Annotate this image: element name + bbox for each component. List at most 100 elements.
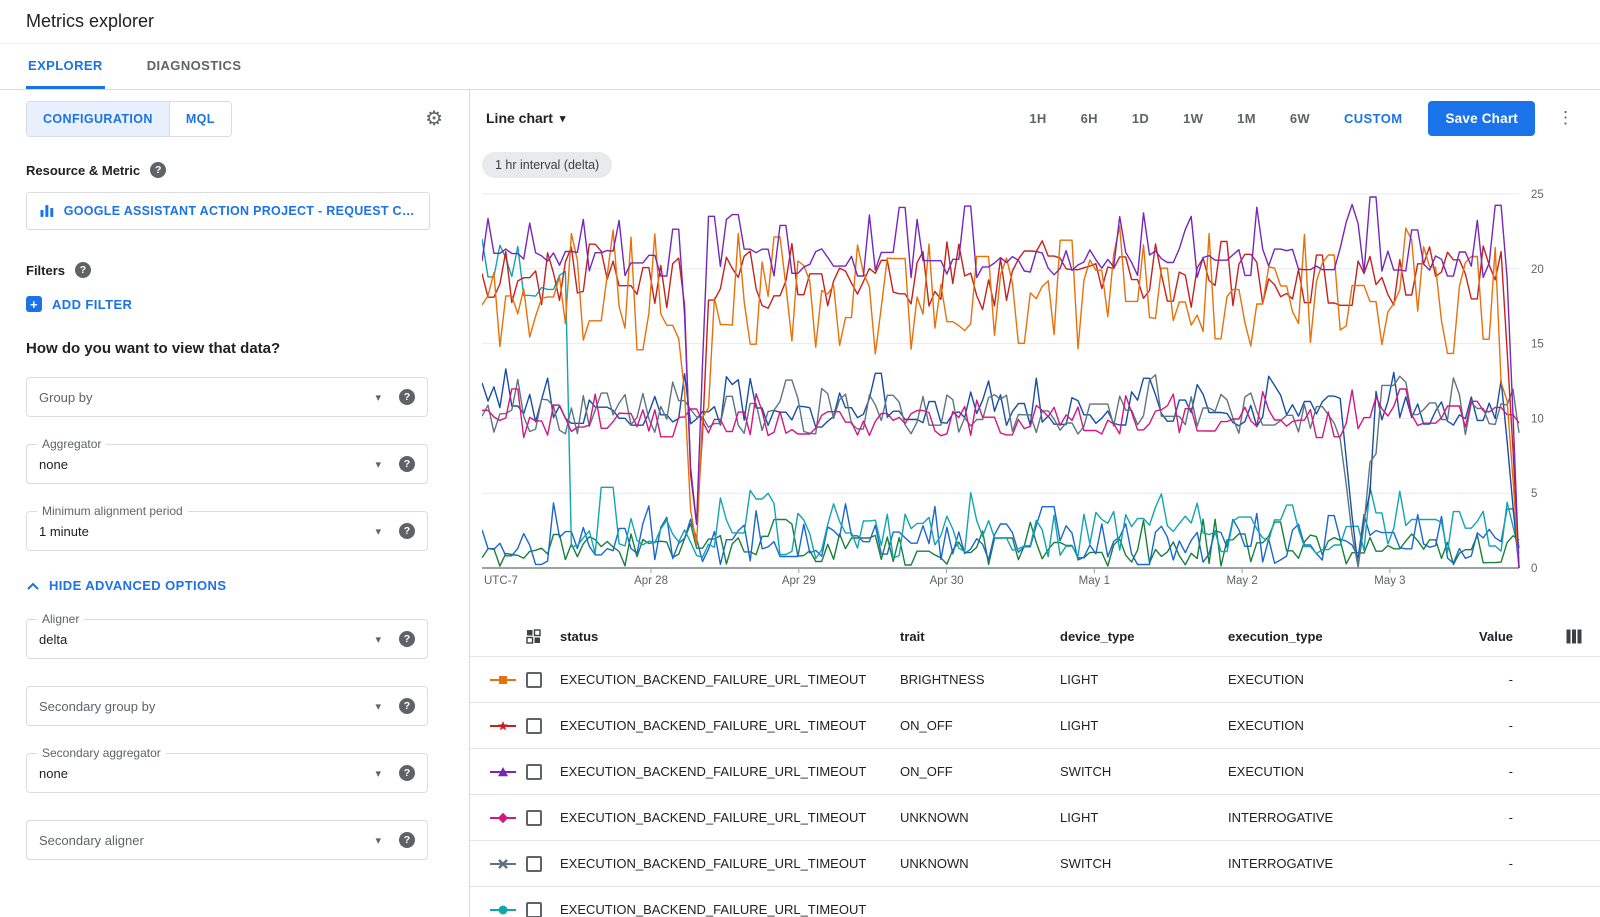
help-icon[interactable]: ?: [399, 631, 415, 647]
interval-chip[interactable]: 1 hr interval (delta): [482, 152, 612, 178]
field-value: none: [39, 457, 375, 472]
help-icon[interactable]: ?: [399, 698, 415, 714]
field-value: none: [39, 766, 375, 781]
time-range-1m-button[interactable]: 1M: [1237, 111, 1256, 126]
triangle-marker-icon: [490, 766, 516, 778]
field-value: Secondary group by: [39, 699, 375, 714]
field-label: Aligner: [37, 612, 84, 626]
svg-text:May 2: May 2: [1226, 575, 1257, 587]
execution-type-cell: EXECUTION: [1228, 718, 1433, 733]
series-marker-cell: [490, 904, 526, 916]
status-cell: EXECUTION_BACKEND_FAILURE_URL_TIMEOUT: [560, 902, 900, 917]
row-checkbox[interactable]: [526, 902, 542, 917]
resource-metric-section: Resource & Metric ?: [26, 162, 443, 178]
time-range-custom-button[interactable]: CUSTOM: [1344, 111, 1403, 126]
trait-cell: UNKNOWN: [900, 856, 1060, 871]
select-delta[interactable]: Alignerdelta▾?: [26, 619, 428, 659]
trait-cell: ON_OFF: [900, 718, 1060, 733]
help-icon[interactable]: ?: [399, 456, 415, 472]
line-chart[interactable]: 0510152025UTC-7Apr 28Apr 29Apr 30May 1Ma…: [482, 182, 1574, 592]
help-icon[interactable]: ?: [399, 523, 415, 539]
field-value: 1 minute: [39, 524, 375, 539]
time-range-1w-button[interactable]: 1W: [1183, 111, 1203, 126]
select-secondary-group-by[interactable]: Secondary group by▾?: [26, 686, 428, 726]
star-marker-icon: [490, 720, 516, 732]
column-header-execution-type[interactable]: execution_type: [1228, 629, 1433, 644]
tab-explorer[interactable]: EXPLORER: [26, 44, 105, 89]
series-marker-cell: [490, 812, 526, 824]
help-icon[interactable]: ?: [399, 765, 415, 781]
row-checkbox[interactable]: [526, 856, 542, 872]
chart-area: 0510152025UTC-7Apr 28Apr 29Apr 30May 1Ma…: [470, 180, 1600, 597]
page-title: Metrics explorer: [26, 11, 154, 32]
dropdown-arrow-icon: ▾: [375, 391, 381, 404]
svg-text:May 1: May 1: [1079, 575, 1110, 587]
hide-advanced-options-button[interactable]: HIDE ADVANCED OPTIONS: [26, 578, 443, 593]
select-none[interactable]: Aggregatornone▾?: [26, 444, 428, 484]
row-checkbox[interactable]: [526, 672, 542, 688]
column-picker-button[interactable]: [1566, 629, 1600, 644]
columns-icon: [1566, 629, 1582, 644]
table-row[interactable]: EXECUTION_BACKEND_FAILURE_URL_TIMEOUTON_…: [470, 749, 1600, 795]
table-row[interactable]: EXECUTION_BACKEND_FAILURE_URL_TIMEOUT: [470, 887, 1600, 917]
help-icon-resource-metric[interactable]: ?: [150, 162, 166, 178]
main-split: CONFIGURATION MQL ⚙ Resource & Metric ?: [0, 90, 1600, 917]
select-1-minute[interactable]: Minimum alignment period1 minute▾?: [26, 511, 428, 551]
mode-mql-button[interactable]: MQL: [169, 102, 231, 136]
table-row[interactable]: EXECUTION_BACKEND_FAILURE_URL_TIMEOUTBRI…: [470, 657, 1600, 703]
column-header-status[interactable]: status: [560, 629, 900, 644]
column-header-trait[interactable]: trait: [900, 629, 1060, 644]
table-row[interactable]: EXECUTION_BACKEND_FAILURE_URL_TIMEOUTON_…: [470, 703, 1600, 749]
value-cell: -: [1433, 718, 1513, 733]
checkbox-cell: [526, 810, 560, 826]
more-options-icon[interactable]: ⋮: [1553, 108, 1578, 128]
help-icon-filters[interactable]: ?: [75, 262, 91, 278]
settings-gear-icon[interactable]: ⚙: [425, 109, 443, 129]
value-cell: -: [1433, 672, 1513, 687]
value-cell: -: [1433, 856, 1513, 871]
table-row[interactable]: EXECUTION_BACKEND_FAILURE_URL_TIMEOUTUNK…: [470, 841, 1600, 887]
chart-type-dropdown[interactable]: Line chart ▾: [486, 110, 565, 126]
time-range-1d-button[interactable]: 1D: [1132, 111, 1149, 126]
mode-configuration-button[interactable]: CONFIGURATION: [27, 102, 169, 136]
row-checkbox[interactable]: [526, 718, 542, 734]
help-icon[interactable]: ?: [399, 832, 415, 848]
view-data-question: How do you want to view that data?: [26, 340, 443, 357]
grid-select-icon: [526, 629, 541, 644]
primary-fields: Group by▾?Aggregatornone▾?Minimum alignm…: [26, 377, 443, 551]
device-type-cell: SWITCH: [1060, 856, 1228, 871]
add-filter-button[interactable]: + ADD FILTER: [26, 296, 443, 312]
add-filter-label: ADD FILTER: [52, 297, 132, 312]
trait-cell: UNKNOWN: [900, 810, 1060, 825]
field-label: Aggregator: [37, 437, 106, 451]
selected-metric-chip[interactable]: GOOGLE ASSISTANT ACTION PROJECT - REQUES…: [26, 192, 430, 230]
svg-text:Apr 29: Apr 29: [782, 575, 816, 587]
select-none[interactable]: Secondary aggregatornone▾?: [26, 753, 428, 793]
time-range-1h-button[interactable]: 1H: [1029, 111, 1046, 126]
select-secondary-aligner[interactable]: Secondary aligner▾?: [26, 820, 428, 860]
execution-type-cell: INTERROGATIVE: [1228, 810, 1433, 825]
checkbox-cell: [526, 902, 560, 917]
execution-type-cell: EXECUTION: [1228, 764, 1433, 779]
status-cell: EXECUTION_BACKEND_FAILURE_URL_TIMEOUT: [560, 718, 900, 733]
chevron-up-icon: [26, 581, 40, 591]
svg-text:25: 25: [1531, 189, 1544, 201]
help-icon[interactable]: ?: [399, 389, 415, 405]
select-group-by[interactable]: Group by▾?: [26, 377, 428, 417]
save-chart-button[interactable]: Save Chart: [1428, 101, 1535, 136]
table-header-row: status trait device_type execution_type …: [470, 617, 1600, 657]
table-row[interactable]: EXECUTION_BACKEND_FAILURE_URL_TIMEOUTUNK…: [470, 795, 1600, 841]
row-checkbox[interactable]: [526, 810, 542, 826]
select-all-header[interactable]: [526, 629, 560, 644]
time-range-6w-button[interactable]: 6W: [1290, 111, 1310, 126]
svg-text:Apr 30: Apr 30: [930, 575, 964, 587]
time-range-6h-button[interactable]: 6H: [1081, 111, 1098, 126]
dropdown-arrow-icon: ▾: [375, 525, 381, 538]
tab-bar: EXPLORER DIAGNOSTICS: [0, 44, 1600, 90]
column-header-device-type[interactable]: device_type: [1060, 629, 1228, 644]
bar-chart-icon: [39, 203, 55, 219]
column-header-value[interactable]: Value: [1433, 629, 1513, 644]
tab-diagnostics[interactable]: DIAGNOSTICS: [145, 44, 244, 89]
row-checkbox[interactable]: [526, 764, 542, 780]
dropdown-arrow-icon: ▾: [375, 834, 381, 847]
